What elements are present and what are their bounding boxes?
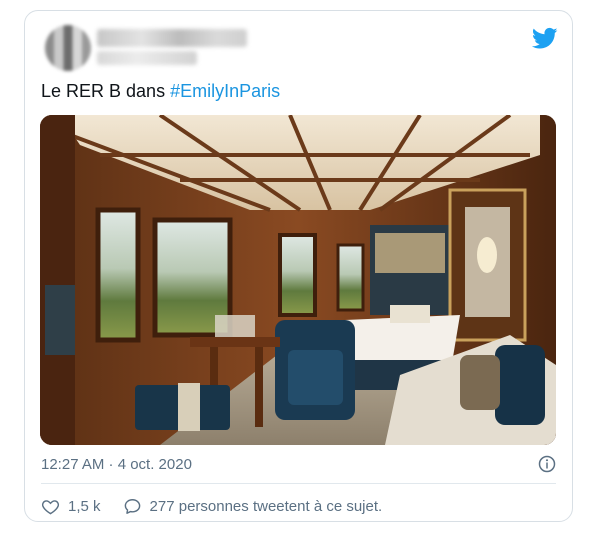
hashtag-link[interactable]: #EmilyInParis [170,81,280,101]
author-handle-blurred[interactable] [97,51,197,65]
tweet-text: Le RER B dans #EmilyInParis [41,81,280,102]
author-name-blurred[interactable] [97,29,247,47]
speech-bubble-icon [124,498,140,514]
divider [41,483,556,484]
tweet-timestamp[interactable]: 12:27 AM · 4 oct. 2020 [41,456,192,473]
tweet-actions: 1,5 k 277 personnes tweetent à ce sujet. [41,495,382,517]
like-button[interactable]: 1,5 k [41,497,123,516]
heart-icon [41,499,60,514]
tweet-card[interactable]: Le RER B dans #EmilyInParis 12:27 AM · 4… [24,10,573,522]
tweet-text-prefix: Le RER B dans [41,81,171,101]
discussion-link[interactable]: 277 personnes tweetent à ce sujet. [123,497,383,516]
twitter-bird-icon[interactable] [532,25,558,51]
avatar[interactable] [45,25,91,71]
discussion-text: 277 personnes tweetent à ce sujet. [149,497,383,515]
cabin-illustration [40,115,556,445]
tweet-photo[interactable] [40,115,556,445]
info-icon[interactable] [538,455,556,473]
like-count: 1,5 k [68,497,101,515]
